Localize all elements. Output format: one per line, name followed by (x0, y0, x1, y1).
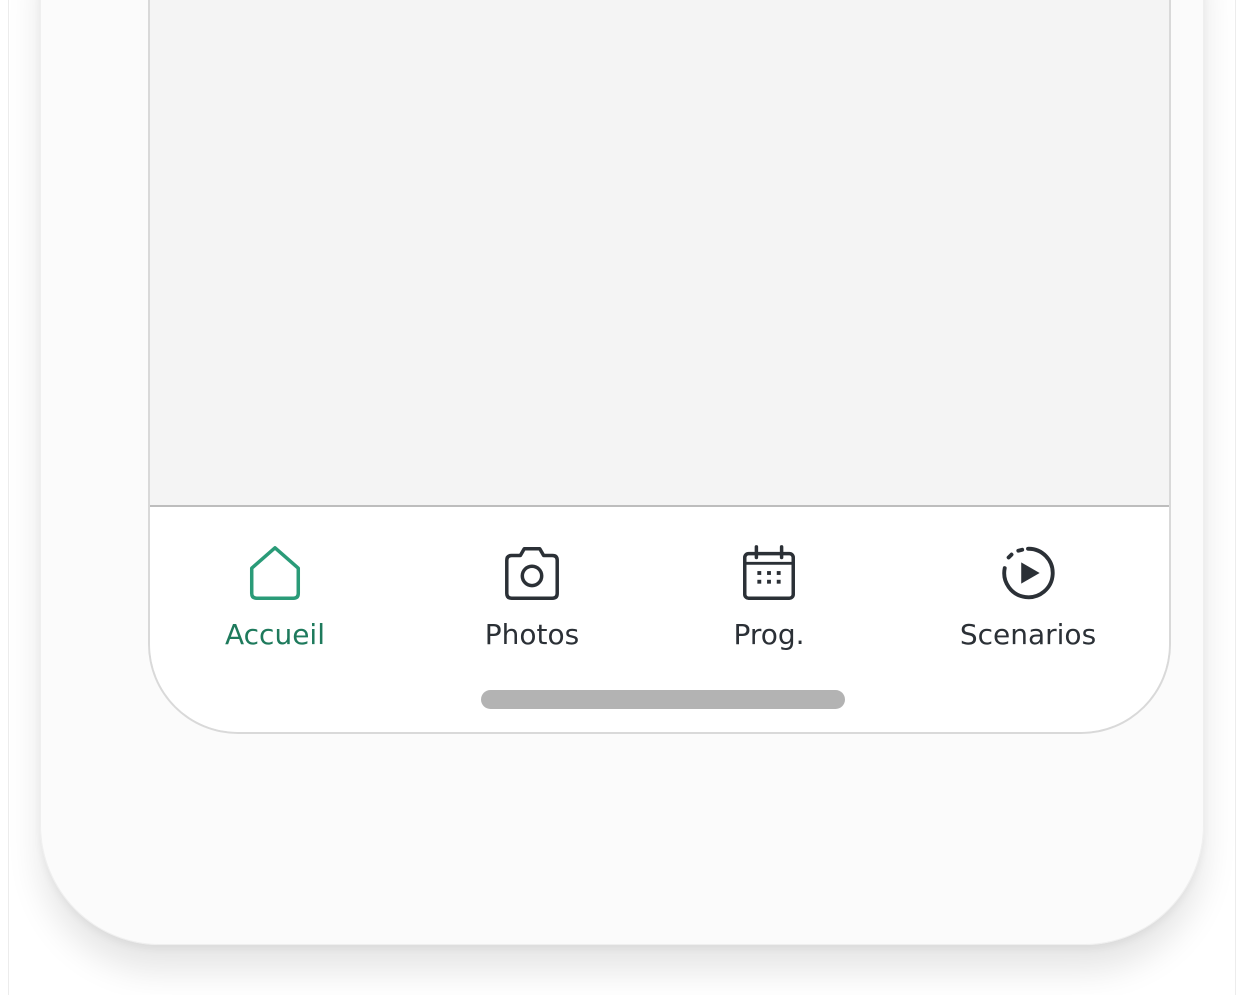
frame-edge-left (8, 0, 9, 995)
tab-label-photos: Photos (484, 618, 580, 651)
tab-label-accueil: Accueil (225, 618, 325, 651)
tab-accueil[interactable]: Accueil (185, 541, 365, 651)
tab-photos[interactable]: Photos (442, 541, 622, 651)
tab-label-scenarios: Scenarios (959, 618, 1097, 651)
camera-icon (505, 547, 559, 600)
phone-frame: Accueil Photos Prog. Scenarios (40, 0, 1204, 945)
tab-label-prog: Prog. (733, 618, 805, 651)
frame-edge-right (1235, 0, 1236, 995)
calendar-icon (743, 545, 795, 600)
home-icon (249, 546, 301, 600)
scenario-play-icon (1002, 546, 1055, 600)
home-indicator-bar[interactable] (481, 690, 845, 709)
screenshot-stage: Accueil Photos Prog. Scenarios (0, 0, 1239, 995)
bottom-tab-bar: Accueil Photos Prog. Scenarios (150, 505, 1169, 732)
tab-scenarios[interactable]: Scenarios (938, 541, 1118, 651)
tab-prog[interactable]: Prog. (679, 541, 859, 651)
phone-screen: Accueil Photos Prog. Scenarios (148, 0, 1171, 734)
